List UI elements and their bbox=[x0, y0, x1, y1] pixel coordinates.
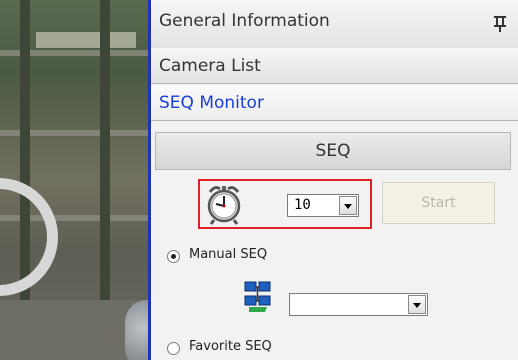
shelf-boxes bbox=[36, 32, 136, 48]
general-information-header[interactable]: General Information bbox=[151, 0, 518, 52]
shelf-post bbox=[100, 0, 110, 300]
seq-monitor-header[interactable]: SEQ Monitor bbox=[151, 85, 518, 121]
camera-list-header[interactable]: Camera List bbox=[151, 48, 518, 84]
seq-button[interactable]: SEQ bbox=[155, 132, 511, 170]
seq-monitor-content: SEQ 10 Start Manual SEQ Favorite SEQ bbox=[151, 122, 518, 360]
interval-select[interactable]: 10 bbox=[287, 194, 359, 217]
manual-seq-radio[interactable] bbox=[167, 250, 180, 263]
chevron-down-icon[interactable] bbox=[339, 196, 357, 215]
seq-monitor-label: SEQ Monitor bbox=[159, 93, 264, 113]
interval-value: 10 bbox=[294, 197, 311, 213]
favorite-seq-label: Favorite SEQ bbox=[189, 339, 272, 354]
favorite-seq-radio[interactable] bbox=[167, 342, 180, 355]
network-computers-icon bbox=[244, 281, 271, 312]
start-button-label: Start bbox=[421, 195, 456, 211]
camera-view[interactable] bbox=[0, 0, 148, 360]
seq-button-label: SEQ bbox=[315, 141, 351, 161]
lens-object bbox=[125, 300, 148, 360]
ring-object bbox=[0, 178, 58, 296]
manual-seq-label: Manual SEQ bbox=[189, 247, 268, 262]
side-panel: General Information Camera List SEQ Moni… bbox=[151, 0, 518, 360]
start-button[interactable]: Start bbox=[382, 182, 495, 224]
chevron-down-icon[interactable] bbox=[408, 295, 426, 314]
camera-list-label: Camera List bbox=[159, 56, 261, 76]
general-information-label: General Information bbox=[159, 11, 330, 31]
pin-icon[interactable] bbox=[494, 14, 506, 32]
manual-seq-select[interactable] bbox=[289, 293, 428, 316]
alarm-clock-icon bbox=[207, 186, 241, 225]
